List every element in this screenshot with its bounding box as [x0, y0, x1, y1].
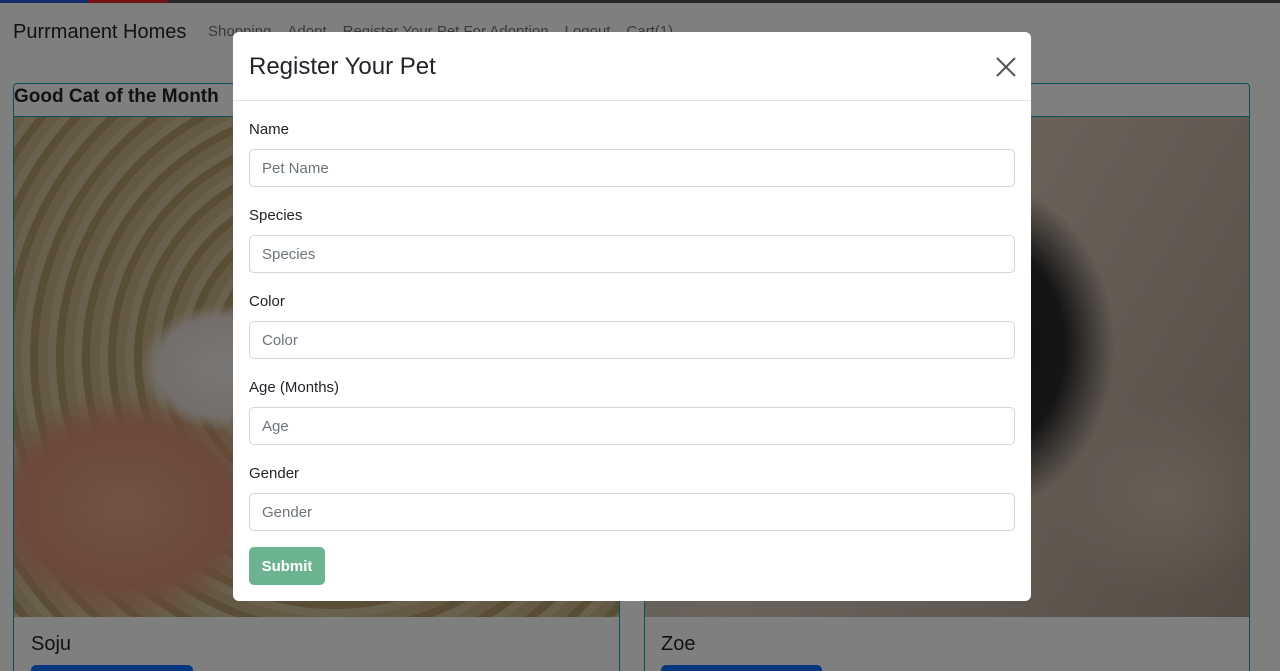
close-button[interactable] — [993, 54, 1019, 80]
modal-header: Register Your Pet — [233, 32, 1031, 101]
modal-title: Register Your Pet — [249, 53, 436, 80]
close-icon — [996, 57, 1016, 77]
gender-label: Gender — [249, 465, 300, 482]
species-input[interactable] — [249, 235, 1015, 273]
name-label: Name — [249, 121, 290, 138]
pet-name-input[interactable] — [249, 149, 1015, 187]
species-label: Species — [249, 207, 303, 224]
color-label: Color — [249, 293, 285, 310]
register-pet-modal: Register Your Pet Name Species Color Age… — [233, 32, 1031, 601]
age-input[interactable] — [249, 407, 1015, 445]
age-label: Age (Months) — [249, 379, 340, 396]
gender-input[interactable] — [249, 493, 1015, 531]
submit-button[interactable]: Submit — [249, 547, 325, 585]
color-input[interactable] — [249, 321, 1015, 359]
